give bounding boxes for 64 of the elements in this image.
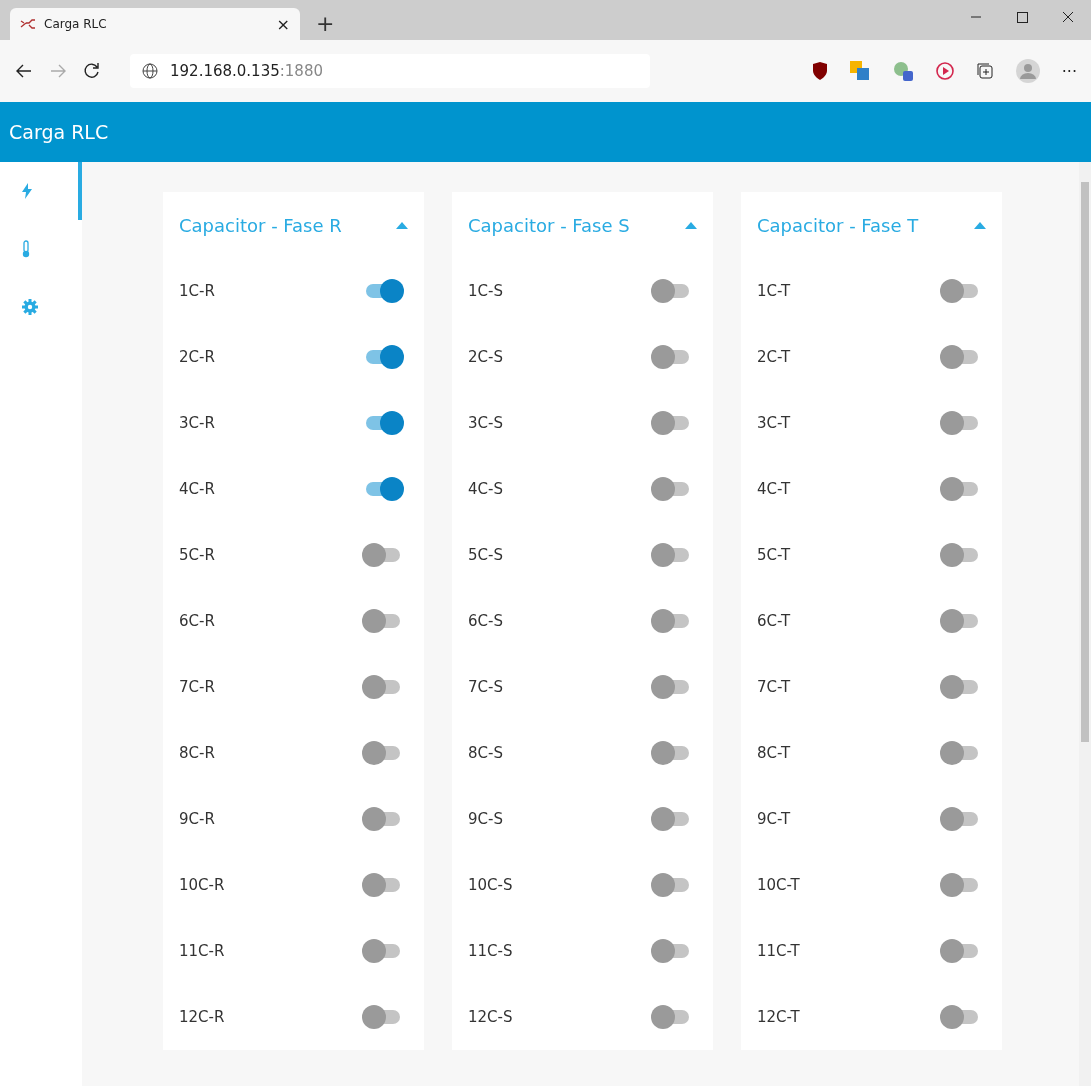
collapse-icon[interactable]	[396, 221, 408, 229]
switch-label: 3C-T	[757, 414, 791, 432]
group-title: Capacitor - Fase T	[757, 214, 919, 236]
avatar-icon[interactable]	[1015, 59, 1040, 83]
scrollbar[interactable]	[1079, 162, 1091, 1086]
switch-label: 8C-R	[179, 744, 215, 762]
switch-label: 4C-T	[757, 480, 791, 498]
switch-label: 10C-R	[179, 876, 225, 894]
switch-label: 6C-T	[757, 612, 791, 630]
plug-icon	[20, 18, 36, 30]
reload-icon[interactable]	[82, 61, 102, 81]
shield-icon[interactable]	[811, 62, 828, 80]
collapse-icon[interactable]	[974, 221, 986, 229]
switch-label: 6C-R	[179, 612, 215, 630]
url-port: :1880	[279, 62, 323, 80]
more-button[interactable]: ···	[1061, 61, 1077, 81]
switch-label: 2C-T	[757, 348, 791, 366]
switch-label: 4C-R	[179, 480, 215, 498]
switch-label: 11C-T	[757, 942, 800, 960]
settings-icon	[22, 299, 38, 315]
switch-label: 1C-T	[757, 282, 791, 300]
address-field[interactable]: 192.168.0.135:1880	[130, 54, 650, 88]
switch-label: 1C-R	[179, 282, 215, 300]
switch-label: 5C-R	[179, 546, 215, 564]
switch-label: 9C-S	[468, 810, 503, 828]
switch-label: 7C-R	[179, 678, 215, 696]
switch-label: 2C-R	[179, 348, 215, 366]
switch-label: 9C-R	[179, 810, 215, 828]
url-host: 192.168.0.135	[170, 62, 280, 80]
bolt-icon	[22, 183, 32, 199]
play-icon[interactable]	[935, 62, 954, 80]
switch-label: 7C-S	[468, 678, 503, 696]
switch-label: 11C-R	[179, 942, 225, 960]
switch-label: 5C-T	[757, 546, 791, 564]
switch-label: 1C-S	[468, 282, 503, 300]
switch-label: 10C-S	[468, 876, 513, 894]
switch-label: 3C-R	[179, 414, 215, 432]
collapse-icon[interactable]	[685, 221, 697, 229]
browser-tab[interactable]: Carga RLC ×	[10, 8, 300, 40]
switch-label: 12C-T	[757, 1008, 800, 1026]
new-tab-button[interactable]: +	[316, 11, 335, 36]
close-tab-button[interactable]: ×	[276, 14, 290, 34]
thermometer-icon	[22, 240, 30, 258]
group-title: Capacitor - Fase R	[179, 214, 342, 236]
tab-title: Carga RLC	[44, 17, 108, 31]
switch-label: 4C-S	[468, 480, 503, 498]
switch-label: 12C-S	[468, 1008, 513, 1026]
globe-icon	[142, 63, 158, 79]
switch-label: 5C-S	[468, 546, 503, 564]
app-title: Carga RLC	[9, 121, 109, 143]
switch-label: 2C-S	[468, 348, 503, 366]
switch-label: 3C-S	[468, 414, 503, 432]
switch-label: 10C-T	[757, 876, 800, 894]
group-title: Capacitor - Fase S	[468, 214, 630, 236]
switch-label: 7C-T	[757, 678, 791, 696]
switch-label: 8C-T	[757, 744, 791, 762]
switch-label: 9C-T	[757, 810, 791, 828]
extension-icon[interactable]	[891, 60, 914, 82]
switch-label: 6C-S	[468, 612, 503, 630]
collections-icon[interactable]	[975, 62, 994, 80]
switch-label: 11C-S	[468, 942, 513, 960]
switch-label: 12C-R	[179, 1008, 225, 1026]
translate-icon[interactable]	[849, 61, 870, 81]
switch-label: 8C-S	[468, 744, 503, 762]
